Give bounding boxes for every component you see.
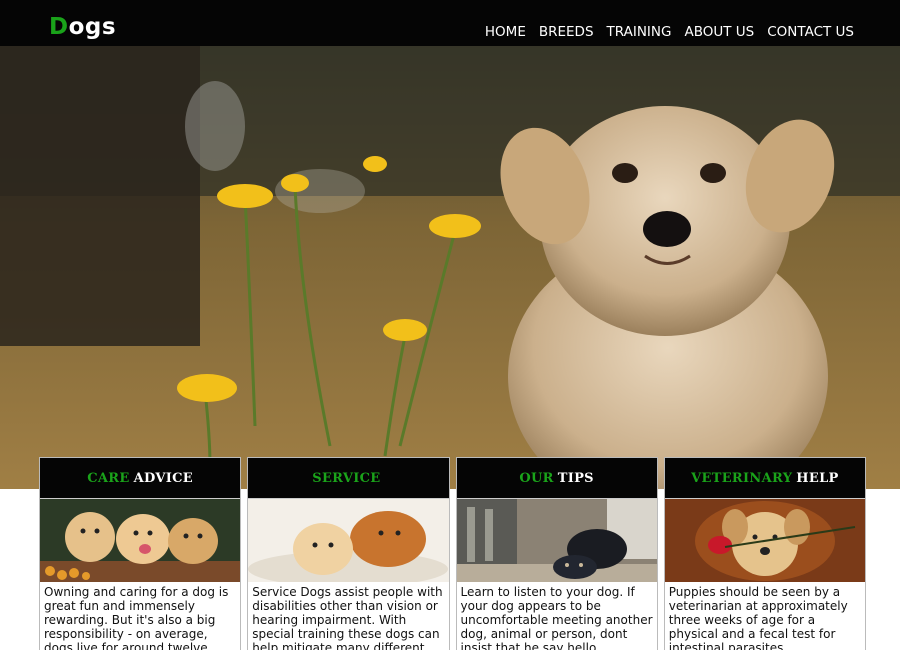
card-description: Learn to listen to your dog. If your dog…: [460, 585, 653, 650]
card-image-puppies: [40, 499, 241, 582]
puppy: [500, 106, 835, 489]
card-title-green: VETERINARY: [691, 470, 793, 486]
logo-initial: D: [49, 14, 69, 40]
card-description: Owning and caring for a dog is great fun…: [44, 585, 229, 650]
card-care-advice[interactable]: CARE ADVICE Owning and caring for a dog i…: [39, 457, 242, 650]
logo-rest: ogs: [68, 14, 117, 40]
card-title: VETERINARY HELP: [664, 458, 865, 499]
card-image-black-dog: [456, 499, 657, 582]
card-title-white: ADVICE: [133, 470, 193, 486]
top-navbar: Dogs HOME BREEDS TRAINING ABOUT US CONTA…: [0, 0, 900, 46]
card-image-two-puppies: [248, 499, 449, 582]
card-description: Service Dogs assist people with disabili…: [252, 585, 443, 650]
card-title-green: CARE: [87, 470, 130, 486]
nav-about-us[interactable]: ABOUT US: [684, 25, 754, 40]
card-image-puppy-with-rose: [664, 499, 865, 582]
hero-puppy-illustration: [0, 46, 900, 489]
card-title: SERVICE: [248, 458, 449, 499]
main-nav: HOME BREEDS TRAINING ABOUT US CONTACT US: [485, 25, 854, 40]
card-title: CARE ADVICE: [40, 458, 241, 499]
card-title: OUR TIPS: [456, 458, 657, 499]
site-logo[interactable]: Dogs: [49, 16, 116, 39]
card-title-green: SERVICE: [312, 470, 381, 486]
card-our-tips[interactable]: OUR TIPS Learn to listen to your dog. If …: [455, 457, 658, 650]
nav-contact-us[interactable]: CONTACT US: [767, 25, 854, 40]
card-title-green: OUR: [519, 470, 554, 486]
card-veterinary-help[interactable]: VETERINARY HELP Puppies should be seen by…: [663, 457, 866, 650]
card-title-white: HELP: [796, 470, 839, 486]
card-service[interactable]: SERVICE Service Dogs assist people with …: [247, 457, 450, 650]
card-title-white: TIPS: [557, 470, 594, 486]
feature-cards: CARE ADVICE Owning and caring for a dog i…: [39, 457, 866, 650]
card-description: Puppies should be seen by a veterinarian…: [668, 585, 848, 650]
nav-home[interactable]: HOME: [485, 25, 526, 40]
nav-breeds[interactable]: BREEDS: [539, 25, 594, 40]
nav-training[interactable]: TRAINING: [607, 25, 672, 40]
hero-image: [0, 46, 900, 489]
